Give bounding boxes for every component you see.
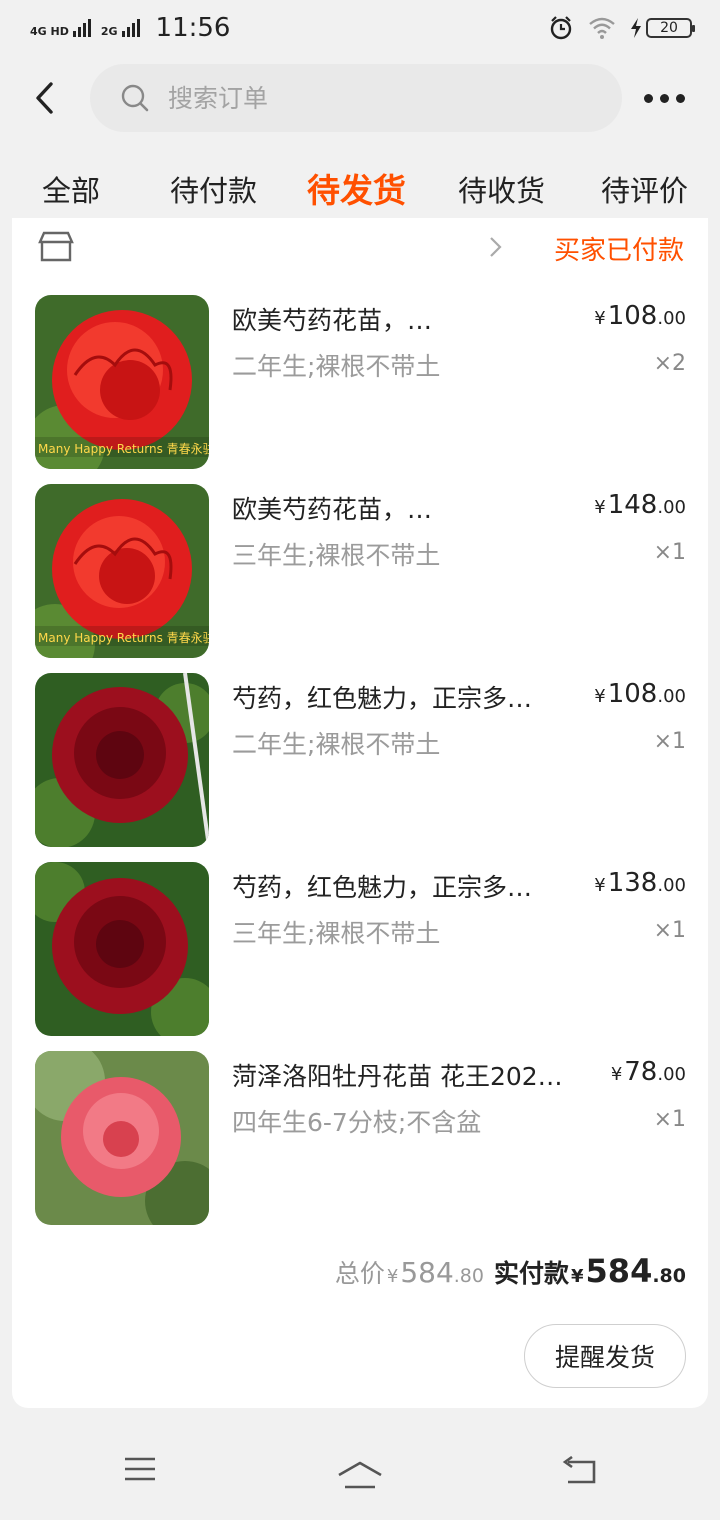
shop-row[interactable]: 买家已付款 <box>12 218 708 282</box>
product-image: Many Happy Returns 青春永驻 <box>35 295 209 469</box>
order-total: 总价 ¥584.80 实付款 ¥584.80 <box>335 1252 686 1290</box>
item-sku: 二年生;裸根不带土 <box>232 352 441 381</box>
tab-pending-review[interactable]: 待评价 <box>601 168 688 210</box>
order-item[interactable]: 菏泽洛阳牡丹花苗 花王202… 四年生6-7分枝;不含盆 ¥78.00 ×1 <box>12 1051 708 1225</box>
network-label-2: 2G <box>100 25 118 38</box>
item-sku: 三年生;裸根不带土 <box>232 919 441 948</box>
order-item[interactable]: Many Happy Returns 青春永驻 欧美芍药花苗，… 三年生;裸根不… <box>12 484 708 658</box>
shop-name <box>312 230 482 256</box>
header <box>0 62 720 134</box>
total-price: ¥584.80 <box>386 1256 484 1289</box>
order-item[interactable]: 芍药，红色魅力，正宗多… 二年生;裸根不带土 ¥108.00 ×1 <box>12 673 708 847</box>
status-bar: 4G HD 2G 11:56 20 <box>0 0 720 56</box>
signal-4g-icon: 4G HD <box>30 19 91 37</box>
product-image <box>35 1051 209 1225</box>
signal-2g-icon: 2G <box>101 19 140 37</box>
network-label-1: 4G HD <box>30 25 69 38</box>
system-nav-bar <box>0 1420 720 1520</box>
return-icon[interactable] <box>560 1456 598 1486</box>
tab-pending-receipt[interactable]: 待收货 <box>458 168 545 210</box>
search-bar[interactable] <box>90 64 622 132</box>
item-quantity: ×1 <box>653 729 686 754</box>
item-price: ¥148.00 <box>594 490 686 520</box>
battery-indicator: 20 <box>630 18 695 38</box>
item-quantity: ×1 <box>653 918 686 943</box>
remind-shipment-button[interactable]: 提醒发货 <box>524 1324 686 1388</box>
menu-icon[interactable] <box>123 1456 157 1482</box>
paid-amount: ¥584.80 <box>571 1252 686 1290</box>
item-title: 芍药，红色魅力，正宗多… <box>232 873 533 902</box>
status-time: 11:56 <box>155 13 231 43</box>
image-caption: Many Happy Returns 青春永驻 <box>38 441 209 456</box>
back-arrow-icon <box>36 82 53 114</box>
item-price: ¥138.00 <box>594 868 686 898</box>
order-item[interactable]: Many Happy Returns 青春永驻 欧美芍药花苗，… 二年生;裸根不… <box>12 295 708 469</box>
more-dots-icon <box>644 93 653 103</box>
search-input[interactable] <box>168 83 548 113</box>
more-button[interactable] <box>644 62 685 134</box>
tab-all[interactable]: 全部 <box>42 168 100 210</box>
item-sku: 四年生6-7分枝;不含盆 <box>232 1108 482 1137</box>
total-label: 总价 <box>334 1259 385 1288</box>
item-sku: 三年生;裸根不带土 <box>232 541 441 570</box>
item-sku: 二年生;裸根不带土 <box>232 730 441 759</box>
search-icon <box>121 84 149 112</box>
item-title: 欧美芍药花苗，… <box>232 495 433 524</box>
alarm-icon <box>550 16 572 40</box>
product-image <box>35 862 209 1036</box>
item-title: 芍药，红色魅力，正宗多… <box>232 684 533 713</box>
item-quantity: ×1 <box>653 1107 686 1132</box>
tab-pending-shipment[interactable]: 待发货 <box>307 164 406 212</box>
back-button[interactable] <box>0 62 90 134</box>
product-image <box>35 673 209 847</box>
item-price: ¥108.00 <box>594 301 686 331</box>
order-status: 买家已付款 <box>553 236 684 266</box>
item-price: ¥78.00 <box>610 1057 686 1087</box>
battery-level: 20 <box>646 18 695 38</box>
order-card: 买家已付款 Many Happy Returns 青春永驻 欧美芍药花苗，… 二… <box>12 218 708 1408</box>
wifi-icon <box>589 17 615 39</box>
home-icon[interactable] <box>336 1460 384 1490</box>
tab-pending-payment[interactable]: 待付款 <box>170 168 257 210</box>
charging-icon <box>631 18 641 38</box>
item-title: 欧美芍药花苗，… <box>232 306 433 335</box>
order-item[interactable]: 芍药，红色魅力，正宗多… 三年生;裸根不带土 ¥138.00 ×1 <box>12 862 708 1036</box>
item-title: 菏泽洛阳牡丹花苗 花王202… <box>232 1062 563 1091</box>
item-quantity: ×1 <box>653 540 686 565</box>
paid-label: 实付款 <box>493 1259 569 1288</box>
item-price: ¥108.00 <box>594 679 686 709</box>
order-tabs: 全部 待付款 待发货 待收货 待评价 <box>0 160 720 214</box>
product-image: Many Happy Returns 青春永驻 <box>35 484 209 658</box>
chevron-right-icon <box>490 237 502 257</box>
image-caption: Many Happy Returns 青春永驻 <box>38 630 209 645</box>
item-quantity: ×2 <box>653 351 686 376</box>
shop-icon <box>38 231 74 262</box>
